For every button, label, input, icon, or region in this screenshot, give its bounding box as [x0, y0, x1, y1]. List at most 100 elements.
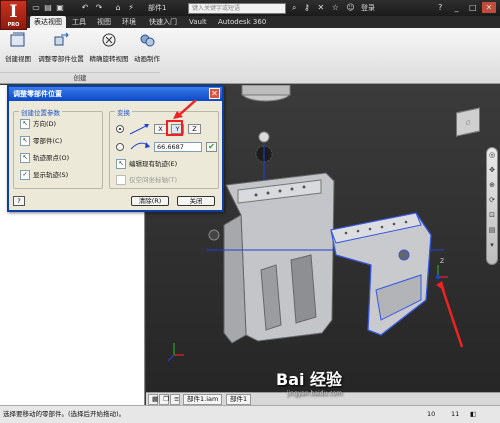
key-icon[interactable]: ⚷ [304, 3, 310, 12]
distance-input[interactable]: 66.6687 [154, 142, 202, 152]
status-bar: 选择要移动的零部件。(选择后开始拖动)。 10 11 ◧ [0, 405, 500, 423]
trail-origin-label: 轨迹原点(O) [33, 154, 70, 162]
edit-trails-button[interactable]: ↖ 编辑现有轨迹(E) [116, 159, 177, 170]
create-view-icon [10, 32, 25, 47]
viewcube-icon[interactable]: ▢ [456, 107, 480, 137]
z-axis-button[interactable]: Z [188, 124, 201, 134]
precise-rotate-button[interactable]: 精确旋转视图 [88, 31, 130, 63]
redo-icon[interactable]: ↷ [94, 3, 104, 13]
cascade-icon[interactable]: ❐ [159, 394, 169, 405]
dialog-title: 调整零部件位置 [13, 90, 62, 98]
star-icon[interactable]: ☆ [332, 3, 339, 12]
precise-rotate-icon [102, 33, 116, 47]
edit-trails-label: 编辑现有轨迹(E) [129, 160, 178, 168]
watermark: Bai 经验 jingyan.baidu.com [276, 366, 342, 397]
watermark-sub: jingyan.baidu.com [286, 390, 343, 397]
create-view-button[interactable]: 创建视图 [3, 31, 33, 63]
close-button[interactable]: ✕ [482, 2, 496, 13]
navigation-bar: ◎ ✥ ⊕ ⟳ ⊡ ▤ ▾ [486, 147, 498, 265]
tab-presentation[interactable]: 表达视图 [30, 16, 66, 28]
clear-button[interactable]: 清除(R) [131, 196, 169, 206]
status-message: 选择要移动的零部件。(选择后开始拖动)。 [3, 410, 126, 418]
tab-view[interactable]: 视图 [93, 16, 115, 28]
binoculars-icon[interactable]: ⌕ [292, 3, 296, 12]
status-count-a: 10 [427, 410, 436, 418]
direction-label: 方向(D) [33, 120, 57, 128]
trail-origin-option[interactable]: ↖ 轨迹原点(O) [20, 153, 69, 164]
components-option[interactable]: ↖ 零部件(C) [20, 136, 62, 147]
status-count-b: 11 [451, 410, 460, 418]
new-file-icon[interactable]: ▭ [31, 3, 41, 13]
tab-get-started[interactable]: 快速入门 [145, 16, 181, 28]
document-title: 部件1 [148, 4, 167, 12]
arrange-icon[interactable]: ≡ [170, 394, 180, 405]
dialog-close-icon[interactable]: ✕ [209, 88, 220, 99]
connect-icon[interactable]: ✕ [317, 3, 324, 12]
undo-icon[interactable]: ↶ [80, 3, 90, 13]
zoom-all-icon[interactable]: ▤ [487, 223, 497, 238]
close-dialog-button[interactable]: 关闭 [177, 196, 215, 206]
save-icon[interactable]: ▣ [55, 3, 65, 13]
doc-tab-presentation[interactable]: 部件1 [226, 394, 252, 405]
tab-tools[interactable]: 工具 [68, 16, 90, 28]
edit-trails-icon: ↖ [116, 159, 126, 169]
search-input[interactable]: 键入关键字或短语 [188, 3, 286, 14]
help-button[interactable]: ? [13, 196, 25, 206]
triad-only-checkbox[interactable]: 仅空间坐标轴(T) [116, 175, 177, 186]
tile-icon[interactable]: ▦ [148, 394, 158, 405]
tweak-components-button[interactable]: 调整零部件位置 [35, 31, 87, 63]
doc-tab-assembly[interactable]: 部件1.iam [183, 394, 223, 405]
components-label: 零部件(C) [33, 137, 63, 145]
ribbon-panel: 创建视图 调整零部件位置 精确旋转视图 动画制作 创建 [0, 28, 500, 84]
pan-icon[interactable]: ✥ [487, 163, 497, 178]
logo-sub: PRO [7, 22, 20, 28]
display-trails-check: ✓ [20, 170, 30, 180]
watermark-text: Bai 经验 [276, 370, 343, 389]
rotate-arrow-icon [130, 142, 150, 150]
title-tools: ⌕ ⚷ ✕ ☆ ☺ [292, 3, 360, 13]
triad-only-label: 仅空间坐标轴(T) [129, 176, 178, 184]
orbit-icon[interactable]: ⟳ [487, 193, 497, 208]
navbar-more-icon[interactable]: ▾ [487, 238, 497, 253]
animation-icon [140, 34, 155, 47]
update-icon[interactable]: ⚡ [126, 3, 136, 13]
login-link[interactable]: 登录 [361, 3, 375, 13]
logo-letter: I [9, 2, 18, 22]
title-bar: ▭ ▤ ▣ ↶ ↷ ⌂ ⚡ 部件1 键入关键字或短语 ⌕ ⚷ ✕ ☆ ☺ 登录 … [0, 0, 500, 16]
help-icon[interactable]: ? [433, 2, 447, 13]
create-tweak-group: 创建位置参数 ↖ 方向(D) ↖ 零部件(C) ↖ 轨迹原点(O) ✓ 显示轨迹(S) [13, 107, 103, 189]
move-arrow-icon [129, 124, 149, 135]
animation-label: 动画制作 [134, 55, 160, 63]
display-trails-checkbox[interactable]: ✓ 显示轨迹(S) [20, 170, 68, 181]
direction-icon: ↖ [20, 119, 30, 129]
svg-text:Z: Z [440, 258, 444, 265]
apply-check-icon[interactable]: ✔ [206, 142, 217, 152]
tab-autodesk-360[interactable]: Autodesk 360 [214, 16, 270, 28]
tab-vault[interactable]: Vault [185, 16, 211, 28]
triad-only-check [116, 175, 126, 185]
tab-environments[interactable]: 环境 [118, 16, 140, 28]
user-icon[interactable]: ☺ [346, 3, 354, 12]
open-file-icon[interactable]: ▤ [43, 3, 53, 13]
animation-button[interactable]: 动画制作 [132, 31, 162, 63]
components-icon: ↖ [20, 136, 30, 146]
steering-wheel-icon[interactable]: ◎ [487, 148, 497, 163]
home-icon[interactable]: ⌂ [113, 3, 123, 13]
precise-rotate-label: 精确旋转视图 [89, 55, 129, 63]
zoom-icon[interactable]: ⊕ [487, 178, 497, 193]
tweak-components-icon [54, 32, 69, 46]
minimize-button[interactable]: _ [450, 2, 464, 13]
maximize-button[interactable]: □ [466, 2, 480, 13]
transformations-legend: 变换 [115, 107, 132, 117]
app-logo[interactable]: I PRO [0, 0, 27, 30]
rotate-radio[interactable] [116, 143, 124, 151]
look-at-icon[interactable]: ⊡ [487, 208, 497, 223]
ribbon-tabs: 表达视图 工具 视图 环境 快速入门 Vault Autodesk 360 [0, 16, 500, 28]
move-radio[interactable] [116, 125, 124, 133]
create-view-label: 创建视图 [5, 55, 31, 63]
display-trails-label: 显示轨迹(S) [33, 171, 69, 179]
transformations-group: 变换 X Y Z 66.6687 ✔ ↖ 编辑现有轨迹(E) 仅空间坐标轴(T) [109, 107, 219, 189]
highlight-box [166, 120, 183, 136]
direction-option[interactable]: ↖ 方向(D) [20, 119, 56, 130]
window-controls: ? _ □ ✕ [433, 2, 496, 13]
